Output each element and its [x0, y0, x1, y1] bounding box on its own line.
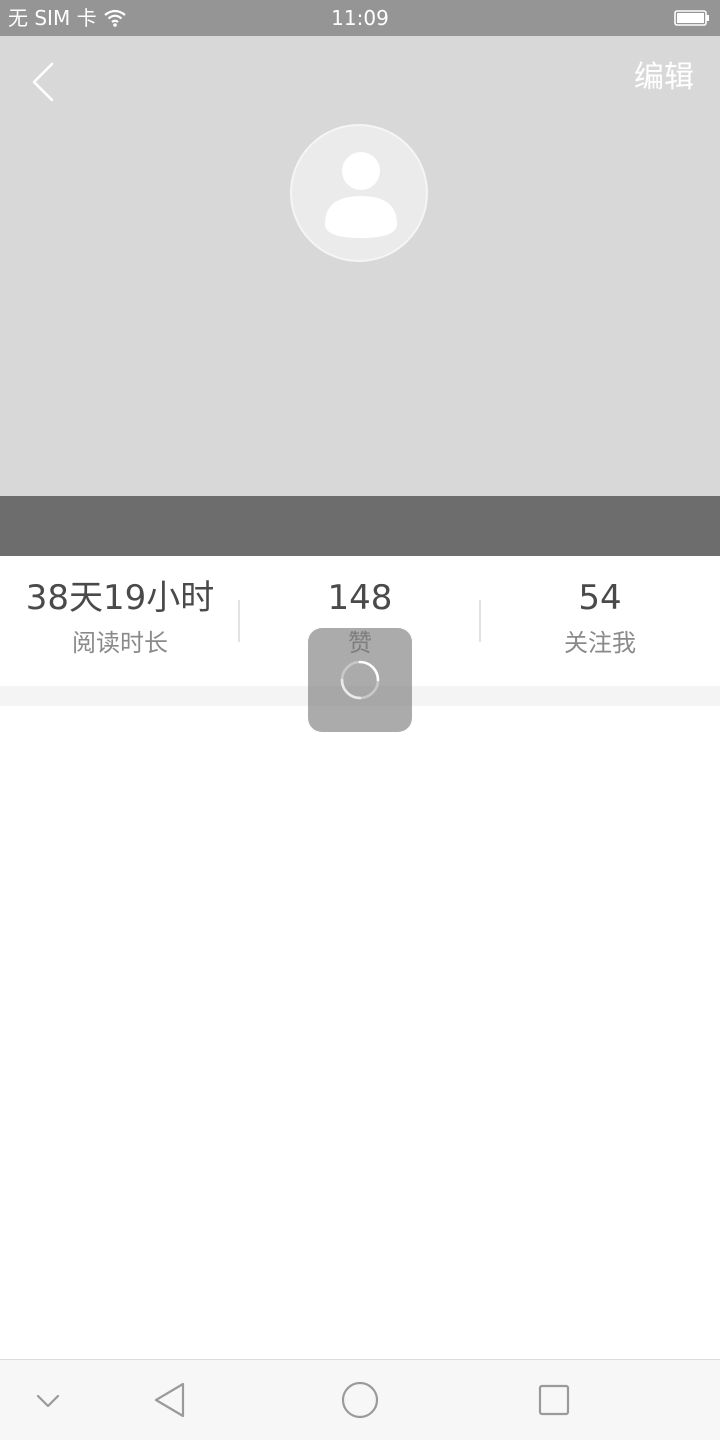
header-band	[0, 496, 720, 556]
stat-divider	[238, 600, 240, 642]
nav-home-button[interactable]	[340, 1380, 380, 1420]
profile-header: 编辑	[0, 36, 720, 496]
profile-screen: 无 SIM 卡 11:09 编辑 38天19小时 阅读时长 148 54 关注我	[0, 0, 720, 1440]
stat-value: 38天19小时	[25, 578, 215, 618]
stat-value: 54	[578, 578, 622, 618]
nav-back-button[interactable]	[150, 1380, 190, 1420]
loading-toast	[308, 628, 412, 732]
spinner-icon	[340, 660, 380, 700]
back-triangle-icon	[154, 1382, 185, 1418]
recents-square-icon	[538, 1384, 570, 1416]
nav-collapse-button[interactable]	[34, 1380, 62, 1420]
stat-label: 阅读时长	[72, 629, 168, 657]
home-circle-icon	[341, 1381, 379, 1419]
stat-label: 关注我	[564, 629, 636, 657]
avatar[interactable]	[290, 124, 428, 262]
stat-value: 148	[327, 578, 393, 618]
back-button[interactable]	[22, 56, 66, 106]
default-user-avatar-icon	[325, 152, 397, 238]
stat-reading-time[interactable]: 38天19小时 阅读时长	[0, 556, 240, 686]
chevron-left-icon	[32, 62, 54, 102]
status-bar: 无 SIM 卡 11:09	[0, 0, 720, 36]
battery-icon	[674, 10, 710, 26]
chevron-down-icon	[36, 1394, 60, 1408]
stat-followers[interactable]: 54 关注我	[480, 556, 720, 686]
stat-divider	[479, 600, 481, 642]
edit-button[interactable]: 编辑	[634, 58, 694, 98]
system-nav-bar	[0, 1359, 720, 1440]
status-time: 11:09	[331, 6, 389, 30]
nav-recents-button[interactable]	[534, 1380, 574, 1420]
